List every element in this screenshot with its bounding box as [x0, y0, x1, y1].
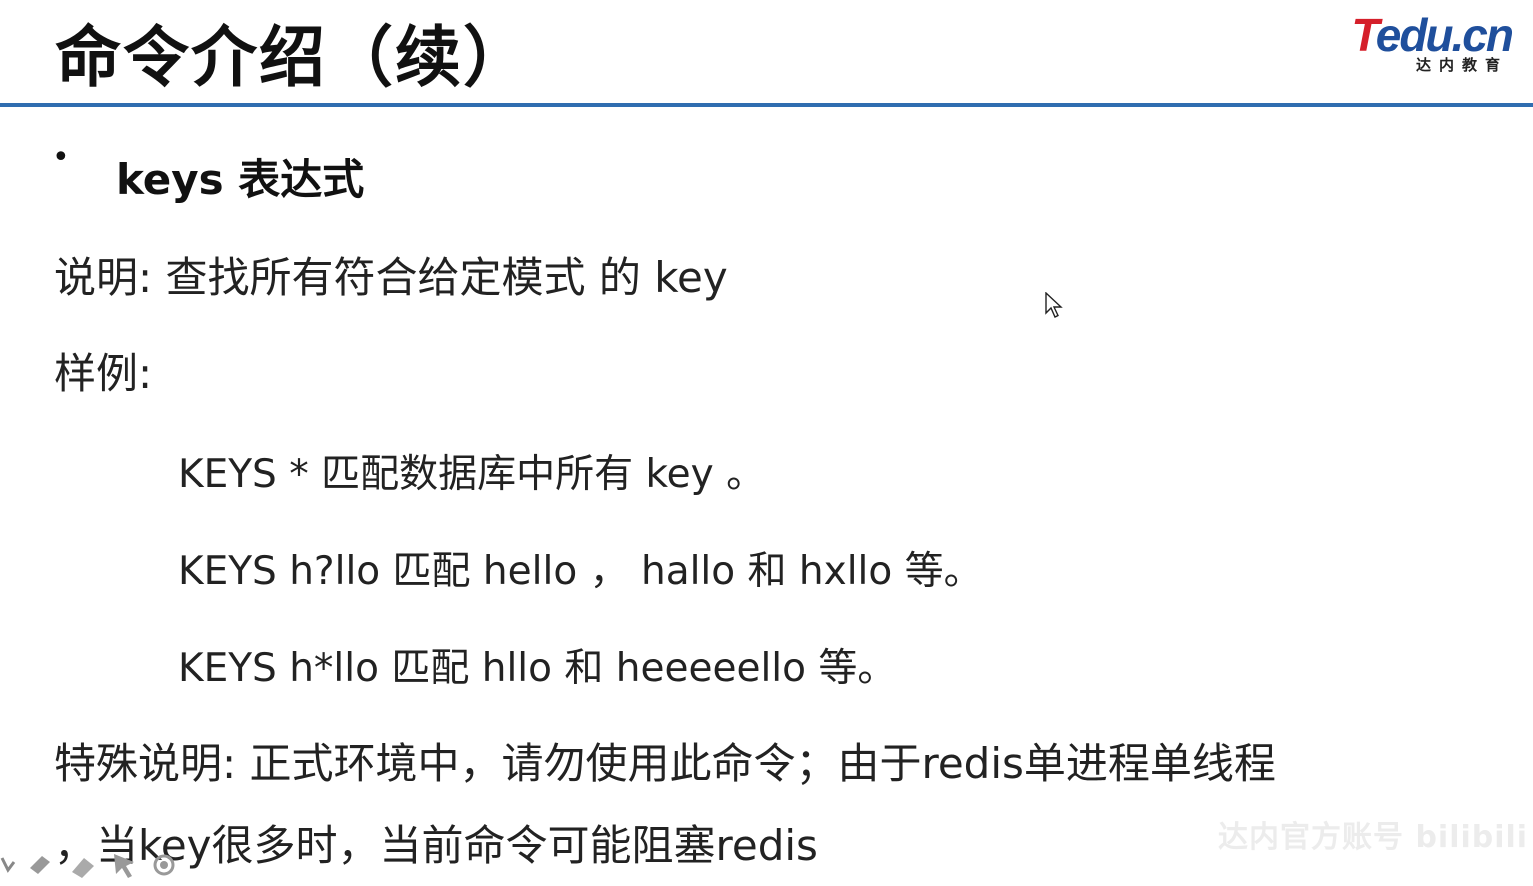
- pointer-icon[interactable]: [114, 854, 134, 878]
- example-line: KEYS h*llo 匹配 hllo 和 heeeeello 等。: [178, 646, 897, 691]
- bullet-marker: •: [52, 140, 70, 175]
- section-heading: keys 表达式: [116, 155, 365, 204]
- logo-initial: T: [1351, 9, 1377, 61]
- highlighter-icon[interactable]: [30, 856, 50, 874]
- eraser-icon[interactable]: [72, 858, 94, 878]
- pen-icon[interactable]: [0, 857, 16, 873]
- description-text: 说明: 查找所有符合给定模式 的 key: [54, 253, 728, 302]
- example-line: KEYS h?llo 匹配 hello ， hallo 和 hxllo 等。: [178, 549, 983, 594]
- special-note-line-1: 特殊说明: 正式环境中，请勿使用此命令；由于redis单进程单线程: [54, 739, 1276, 788]
- example-line: KEYS * 匹配数据库中所有 key 。: [178, 452, 766, 497]
- logo-tagline: 达内教育: [1415, 56, 1508, 74]
- annotation-toolbar: [0, 848, 190, 882]
- record-icon[interactable]: [153, 854, 175, 876]
- mouse-pointer-icon: [1045, 292, 1063, 318]
- example-label: 样例:: [54, 349, 153, 398]
- slide-title: 命令介绍（续）: [55, 19, 531, 96]
- tedu-logo: Tedu.cn 达内教育: [1322, 8, 1522, 78]
- header-divider: [0, 103, 1533, 107]
- video-watermark: 达内官方账号 bilibili: [1218, 820, 1529, 855]
